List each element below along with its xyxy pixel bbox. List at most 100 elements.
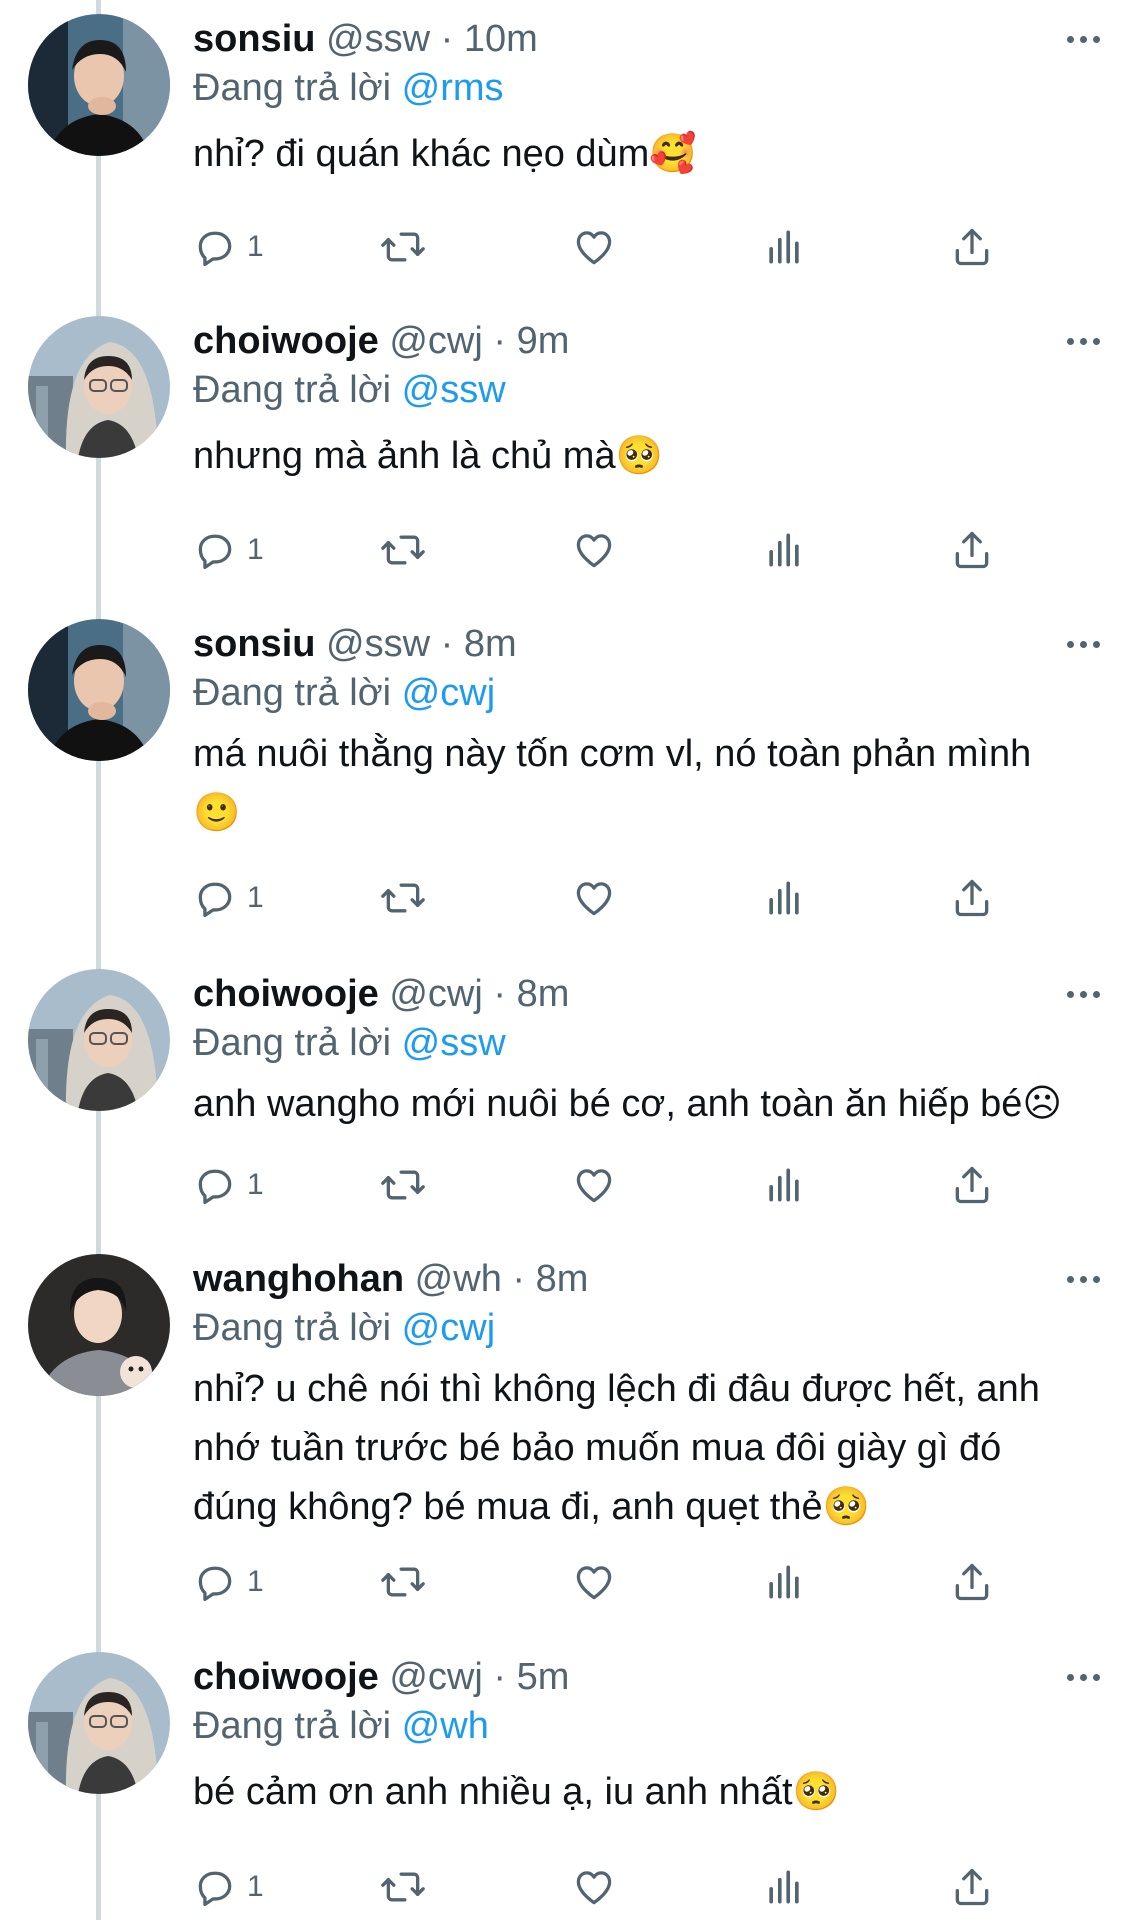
tweet-text: má nuôi thằng này tốn cơm vl, nó toàn ph… — [193, 733, 1032, 834]
separator: · — [512, 1258, 526, 1300]
like-button[interactable] — [572, 1557, 616, 1607]
display-name[interactable]: choiwooje — [193, 973, 379, 1015]
share-button[interactable] — [950, 1862, 994, 1912]
separator: · — [493, 1656, 507, 1698]
tweet-actions: 1 — [0, 873, 1141, 923]
display-name[interactable]: choiwooje — [193, 320, 379, 362]
more-icon[interactable] — [1060, 318, 1106, 364]
avatar[interactable] — [28, 619, 170, 761]
timestamp[interactable]: 8m — [517, 973, 570, 1015]
like-icon — [572, 528, 616, 572]
retweet-button[interactable] — [378, 1862, 428, 1912]
username[interactable]: @cwj — [389, 1656, 482, 1698]
reply-button[interactable]: 1 — [193, 1160, 264, 1210]
views-button[interactable] — [762, 525, 806, 575]
mention-link[interactable]: @ssw — [402, 369, 506, 411]
like-button[interactable] — [572, 525, 616, 575]
timestamp[interactable]: 8m — [536, 1258, 589, 1300]
reply-icon — [193, 528, 237, 572]
replying-to: Đang trả lời @cwj — [193, 670, 495, 716]
username[interactable]: @cwj — [389, 320, 482, 362]
timestamp[interactable]: 10m — [464, 18, 538, 60]
display-name[interactable]: sonsiu — [193, 623, 315, 665]
replying-to: Đang trả lời @ssw — [193, 367, 506, 413]
timestamp[interactable]: 9m — [517, 320, 570, 362]
more-icon[interactable] — [1060, 1256, 1106, 1302]
tweet[interactable]: choiwooje @cwj · 9m Đang trả lời @ssw nh… — [0, 302, 1141, 585]
mention-link[interactable]: @wh — [402, 1705, 489, 1747]
display-name[interactable]: wanghohan — [193, 1258, 404, 1300]
timestamp[interactable]: 5m — [517, 1656, 570, 1698]
reply-button[interactable]: 1 — [193, 873, 264, 923]
tweet[interactable]: choiwooje @cwj · 5m Đang trả lời @wh bé … — [0, 1638, 1141, 1922]
tweet-header: sonsiu @ssw · 8m — [193, 621, 517, 667]
tweet-actions: 1 — [0, 1557, 1141, 1607]
reply-button[interactable]: 1 — [193, 222, 264, 272]
views-button[interactable] — [762, 873, 806, 923]
share-icon — [950, 876, 994, 920]
more-icon[interactable] — [1060, 16, 1106, 62]
reply-icon — [193, 1560, 237, 1604]
retweet-icon — [378, 1865, 428, 1909]
tweet[interactable]: sonsiu @ssw · 10m Đang trả lời @rms nhỉ?… — [0, 0, 1141, 282]
tweet[interactable]: choiwooje @cwj · 8m Đang trả lời @ssw an… — [0, 955, 1141, 1220]
retweet-button[interactable] — [378, 1557, 428, 1607]
share-icon — [950, 1560, 994, 1604]
views-button[interactable] — [762, 222, 806, 272]
mention-link[interactable]: @rms — [402, 67, 504, 109]
tweet-text: anh wangho mới nuôi bé cơ, anh toàn ăn h… — [193, 1083, 1063, 1125]
avatar[interactable] — [28, 14, 170, 156]
retweet-icon — [378, 1163, 428, 1207]
more-icon[interactable] — [1060, 1654, 1106, 1700]
reply-button[interactable]: 1 — [193, 525, 264, 575]
retweet-button[interactable] — [378, 222, 428, 272]
tweet[interactable]: sonsiu @ssw · 8m Đang trả lời @cwj má nu… — [0, 605, 1141, 933]
timestamp[interactable]: 8m — [464, 623, 517, 665]
views-button[interactable] — [762, 1160, 806, 1210]
more-icon[interactable] — [1060, 971, 1106, 1017]
reply-button[interactable]: 1 — [193, 1862, 264, 1912]
tweet[interactable]: wanghohan @wh · 8m Đang trả lời @cwj nhỉ… — [0, 1240, 1141, 1617]
mention-link[interactable]: @cwj — [402, 1307, 495, 1349]
avatar[interactable] — [28, 316, 170, 458]
retweet-icon — [378, 876, 428, 920]
reply-button[interactable]: 1 — [193, 1557, 264, 1607]
username[interactable]: @ssw — [326, 623, 430, 665]
avatar[interactable] — [28, 969, 170, 1111]
retweet-button[interactable] — [378, 525, 428, 575]
tweet-actions: 1 — [0, 222, 1141, 272]
mention-link[interactable]: @ssw — [402, 1022, 506, 1064]
username[interactable]: @wh — [415, 1258, 502, 1300]
like-button[interactable] — [572, 222, 616, 272]
share-button[interactable] — [950, 525, 994, 575]
display-name[interactable]: choiwooje — [193, 1656, 379, 1698]
share-button[interactable] — [950, 222, 994, 272]
share-button[interactable] — [950, 1160, 994, 1210]
more-icon[interactable] — [1060, 621, 1106, 667]
mention-link[interactable]: @cwj — [402, 672, 495, 714]
like-button[interactable] — [572, 873, 616, 923]
views-icon — [762, 1163, 806, 1207]
username[interactable]: @cwj — [389, 973, 482, 1015]
avatar[interactable] — [28, 1254, 170, 1396]
reply-count: 1 — [247, 533, 264, 566]
retweet-button[interactable] — [378, 1160, 428, 1210]
retweet-icon — [378, 528, 428, 572]
reply-count: 1 — [247, 881, 264, 914]
retweet-button[interactable] — [378, 873, 428, 923]
username[interactable]: @ssw — [326, 18, 430, 60]
avatar[interactable] — [28, 1652, 170, 1794]
views-icon — [762, 1560, 806, 1604]
like-icon — [572, 876, 616, 920]
replying-label: Đang trả lời — [193, 67, 392, 109]
views-button[interactable] — [762, 1557, 806, 1607]
share-button[interactable] — [950, 873, 994, 923]
like-button[interactable] — [572, 1160, 616, 1210]
views-icon — [762, 528, 806, 572]
views-button[interactable] — [762, 1862, 806, 1912]
replying-to: Đang trả lời @wh — [193, 1703, 489, 1749]
display-name[interactable]: sonsiu — [193, 18, 315, 60]
reply-count: 1 — [247, 1168, 264, 1201]
like-button[interactable] — [572, 1862, 616, 1912]
share-button[interactable] — [950, 1557, 994, 1607]
